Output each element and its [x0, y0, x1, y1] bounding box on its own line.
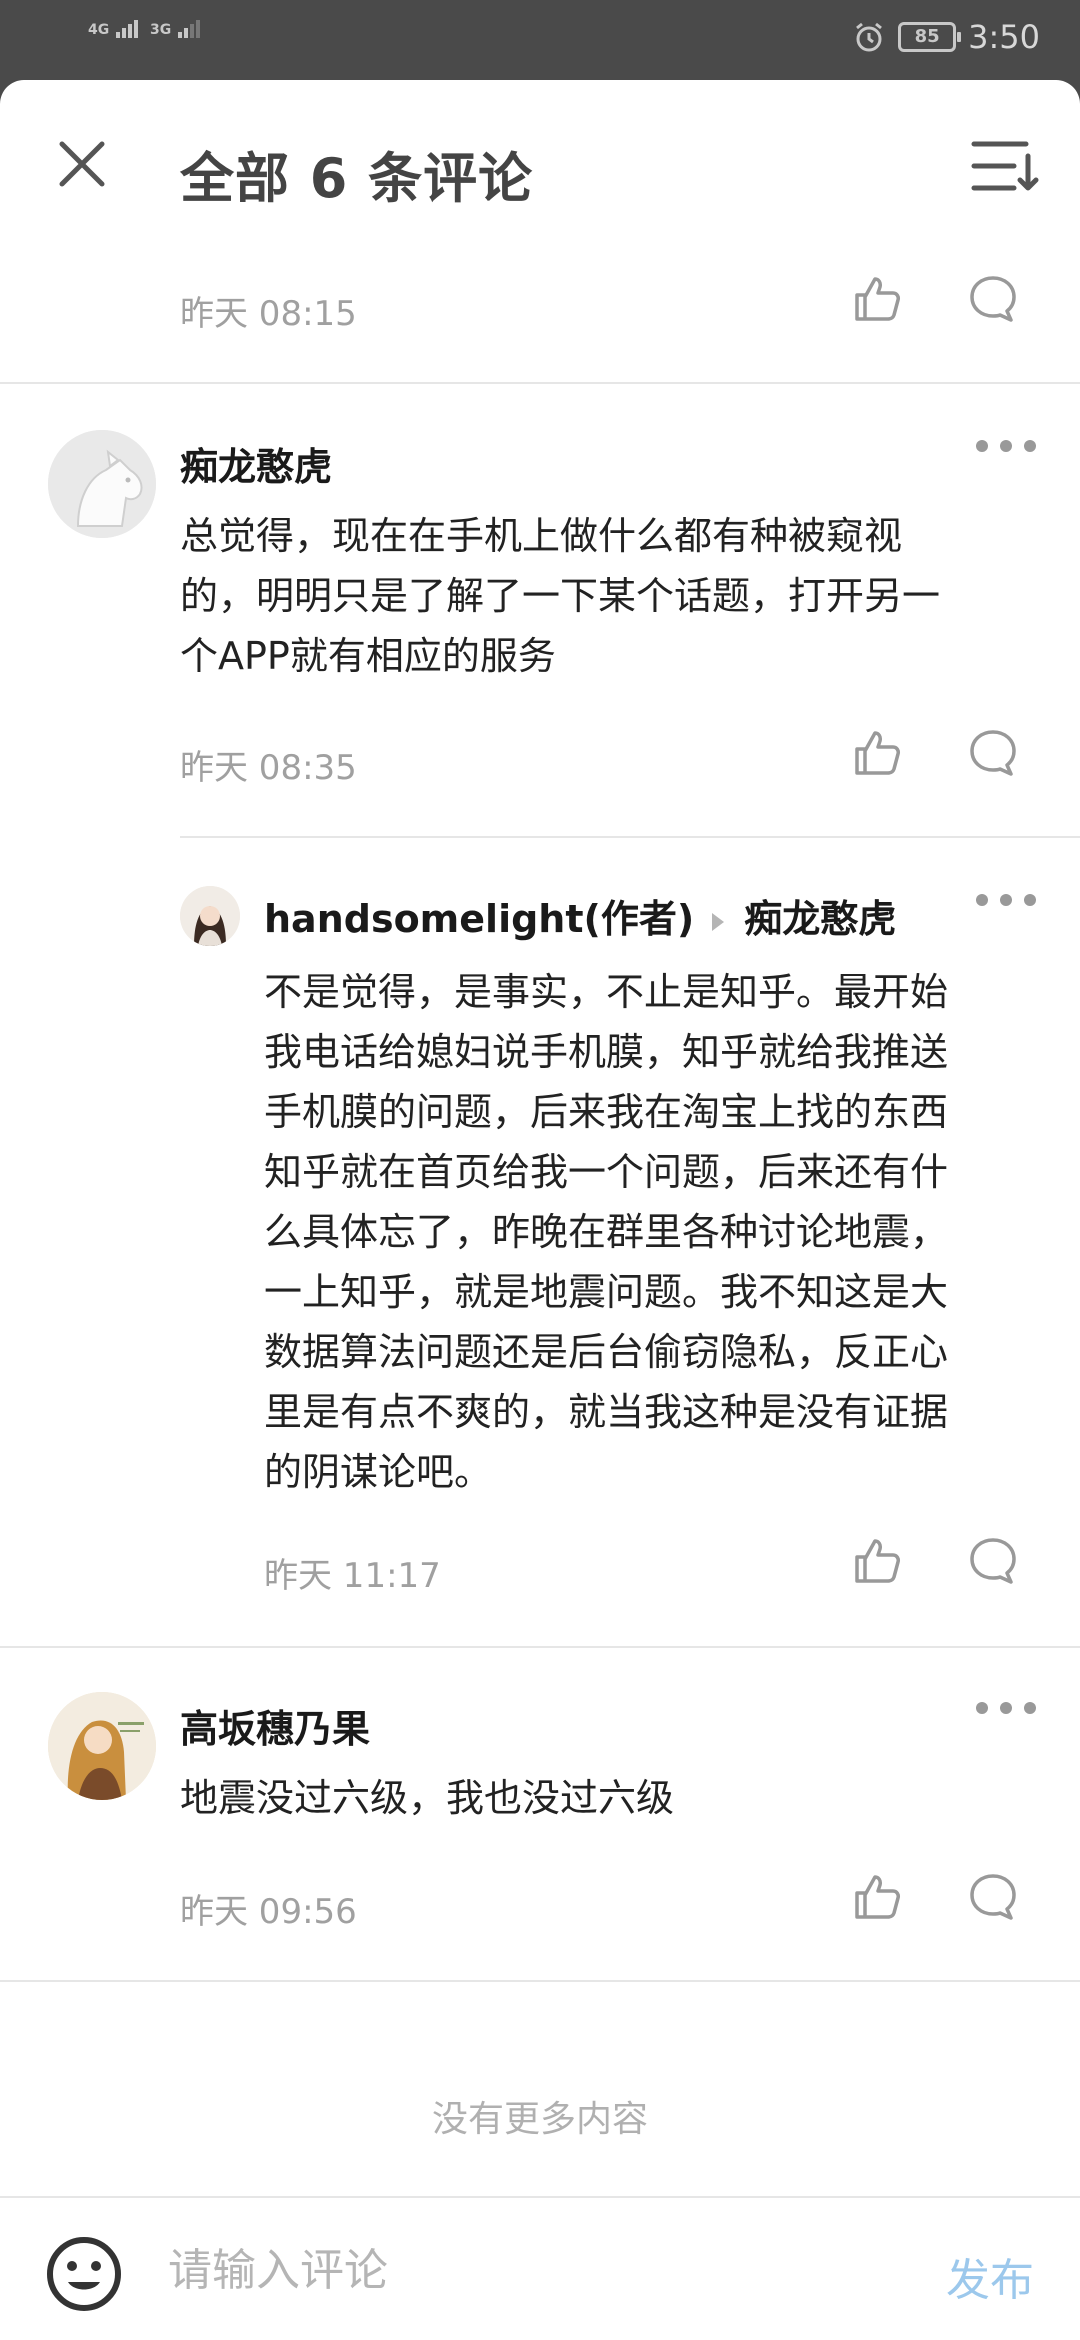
- comment-bubble-icon: [970, 1538, 1016, 1584]
- like-button[interactable]: [846, 1530, 908, 1592]
- comment-time: 昨天 08:15: [180, 294, 357, 334]
- comment-line: 手机膜的问题，后来我在淘宝上找的东西: [264, 1090, 949, 1134]
- comment-line: 数据算法问题还是后台偷窃隐私，反正心: [264, 1330, 949, 1374]
- comment-bubble-icon: [970, 1874, 1016, 1920]
- user-photo-icon: [180, 886, 240, 946]
- signal-4g-indicator: 4G: [88, 20, 140, 38]
- status-right: 85 3:50: [852, 18, 1040, 56]
- anime-avatar-icon: [48, 1692, 156, 1800]
- like-button[interactable]: [846, 1866, 908, 1928]
- thumbs-up-icon: [855, 1539, 900, 1583]
- comment-input-bar: 发布: [0, 2196, 1080, 2340]
- comment-line: 个APP就有相应的服务: [180, 634, 556, 678]
- comment-time: 昨天 09:56: [180, 1892, 357, 1932]
- more-dot-icon: [1000, 440, 1012, 452]
- comment-author[interactable]: 痴龙憨虎: [180, 436, 332, 491]
- comment-actions: [846, 1866, 1024, 1928]
- no-more-content-label: 没有更多内容: [431, 2099, 648, 2140]
- comment-bubble-icon: [970, 730, 1016, 776]
- reply-to-user[interactable]: 痴龙憨虎: [744, 897, 896, 941]
- reply-button[interactable]: [962, 268, 1024, 330]
- reply-button[interactable]: [962, 1530, 1024, 1592]
- network-type-label: 4G: [88, 22, 110, 38]
- divider: [0, 1980, 1080, 1982]
- avatar[interactable]: [48, 430, 156, 538]
- emoji-button[interactable]: [44, 2234, 124, 2314]
- comment-line: 的阴谋论吧。: [264, 1450, 493, 1494]
- reply-to-arrow-icon: [712, 912, 725, 931]
- close-button[interactable]: [52, 134, 112, 194]
- reply-button[interactable]: [962, 1866, 1024, 1928]
- thumbs-up-icon: [855, 1875, 900, 1919]
- comment-author[interactable]: handsomelight(作者): [264, 897, 694, 941]
- page-title: 全部 6 条评论: [180, 147, 534, 210]
- more-dot-icon: [1000, 894, 1012, 906]
- thumbs-up-icon: [855, 731, 900, 775]
- battery-level: 85: [914, 26, 940, 47]
- more-dot-icon: [976, 894, 988, 906]
- sort-button[interactable]: [970, 138, 1040, 194]
- signal-bars-icon: [116, 20, 140, 38]
- alarm-icon: [856, 22, 883, 52]
- more-options-button[interactable]: [976, 890, 1036, 910]
- comment-line: 么具体忘了，昨晚在群里各种讨论地震，: [264, 1210, 949, 1254]
- comment-line: 地震没过六级，我也没过六级: [180, 1776, 675, 1820]
- divider: [0, 382, 1080, 384]
- battery-icon: 85: [898, 22, 962, 52]
- dog-avatar-icon: [48, 430, 156, 538]
- status-bar: 4G 3G 85 3:50: [0, 0, 1080, 80]
- comment-body: 地震没过六级，我也没过六级: [180, 1768, 674, 1828]
- comment-line: 我电话给媳妇说手机膜，知乎就给我推送: [264, 1030, 949, 1074]
- signal-3g-indicator: 3G: [150, 20, 202, 38]
- comment-line: 总觉得，现在在手机上做什么都有种被窥视: [180, 514, 903, 558]
- reply-button[interactable]: [962, 722, 1024, 784]
- signal-bars-icon: [178, 20, 202, 38]
- comment-body: 不是觉得，是事实，不止是知乎。最开始 我电话给媳妇说手机膜，知乎就给我推送 手机…: [264, 962, 948, 1502]
- more-dot-icon: [1024, 1702, 1036, 1714]
- clock: 3:50: [968, 18, 1040, 56]
- more-options-button[interactable]: [976, 1698, 1036, 1718]
- comment-line: 里是有点不爽的，就当我这种是没有证据: [264, 1390, 949, 1434]
- comment-actions: [846, 1530, 1024, 1592]
- smiley-icon: [47, 2237, 121, 2311]
- comment-bubble-icon: [970, 276, 1016, 322]
- comment-line: 的，明明只是了解了一下某个话题，打开另一: [180, 574, 941, 618]
- avatar[interactable]: [180, 886, 240, 946]
- sort-icon: [971, 141, 1039, 191]
- comment-time: 昨天 08:35: [180, 748, 357, 788]
- comment-line: 一上知乎，就是地震问题。我不知这是大: [264, 1270, 949, 1314]
- comment-time: 昨天 11:17: [264, 1556, 441, 1596]
- divider: [180, 836, 1080, 838]
- more-dot-icon: [976, 1702, 988, 1714]
- more-options-button[interactable]: [976, 436, 1036, 456]
- comments-sheet: 全部 6 条评论 昨天 08:15 痴龙憨虎 总觉得，现在在手机上做什么都有种被…: [0, 80, 1080, 2340]
- comment-actions: [846, 268, 1024, 330]
- more-dot-icon: [976, 440, 988, 452]
- sheet-header: 全部 6 条评论: [0, 80, 1080, 250]
- comment-line: 知乎就在首页给我一个问题，后来还有什: [264, 1150, 949, 1194]
- comment-author[interactable]: 高坂穗乃果: [180, 1698, 370, 1753]
- like-button[interactable]: [846, 722, 908, 784]
- comment-body: 总觉得，现在在手机上做什么都有种被窥视 的，明明只是了解了一下某个话题，打开另一…: [180, 506, 940, 686]
- comment-actions: [846, 722, 1024, 784]
- more-dot-icon: [1024, 894, 1036, 906]
- network-type-label: 3G: [150, 22, 172, 38]
- more-dot-icon: [1000, 1702, 1012, 1714]
- publish-button[interactable]: 发布: [946, 2244, 1034, 2308]
- more-dot-icon: [1024, 440, 1036, 452]
- reply-header: handsomelight(作者) 痴龙憨虎: [264, 888, 896, 943]
- divider: [0, 1646, 1080, 1648]
- thumbs-up-icon: [855, 277, 900, 321]
- comment-line: 不是觉得，是事实，不止是知乎。最开始: [264, 970, 949, 1014]
- avatar[interactable]: [48, 1692, 156, 1800]
- like-button[interactable]: [846, 268, 908, 330]
- close-icon: [59, 141, 105, 187]
- comment-input[interactable]: [168, 2228, 868, 2312]
